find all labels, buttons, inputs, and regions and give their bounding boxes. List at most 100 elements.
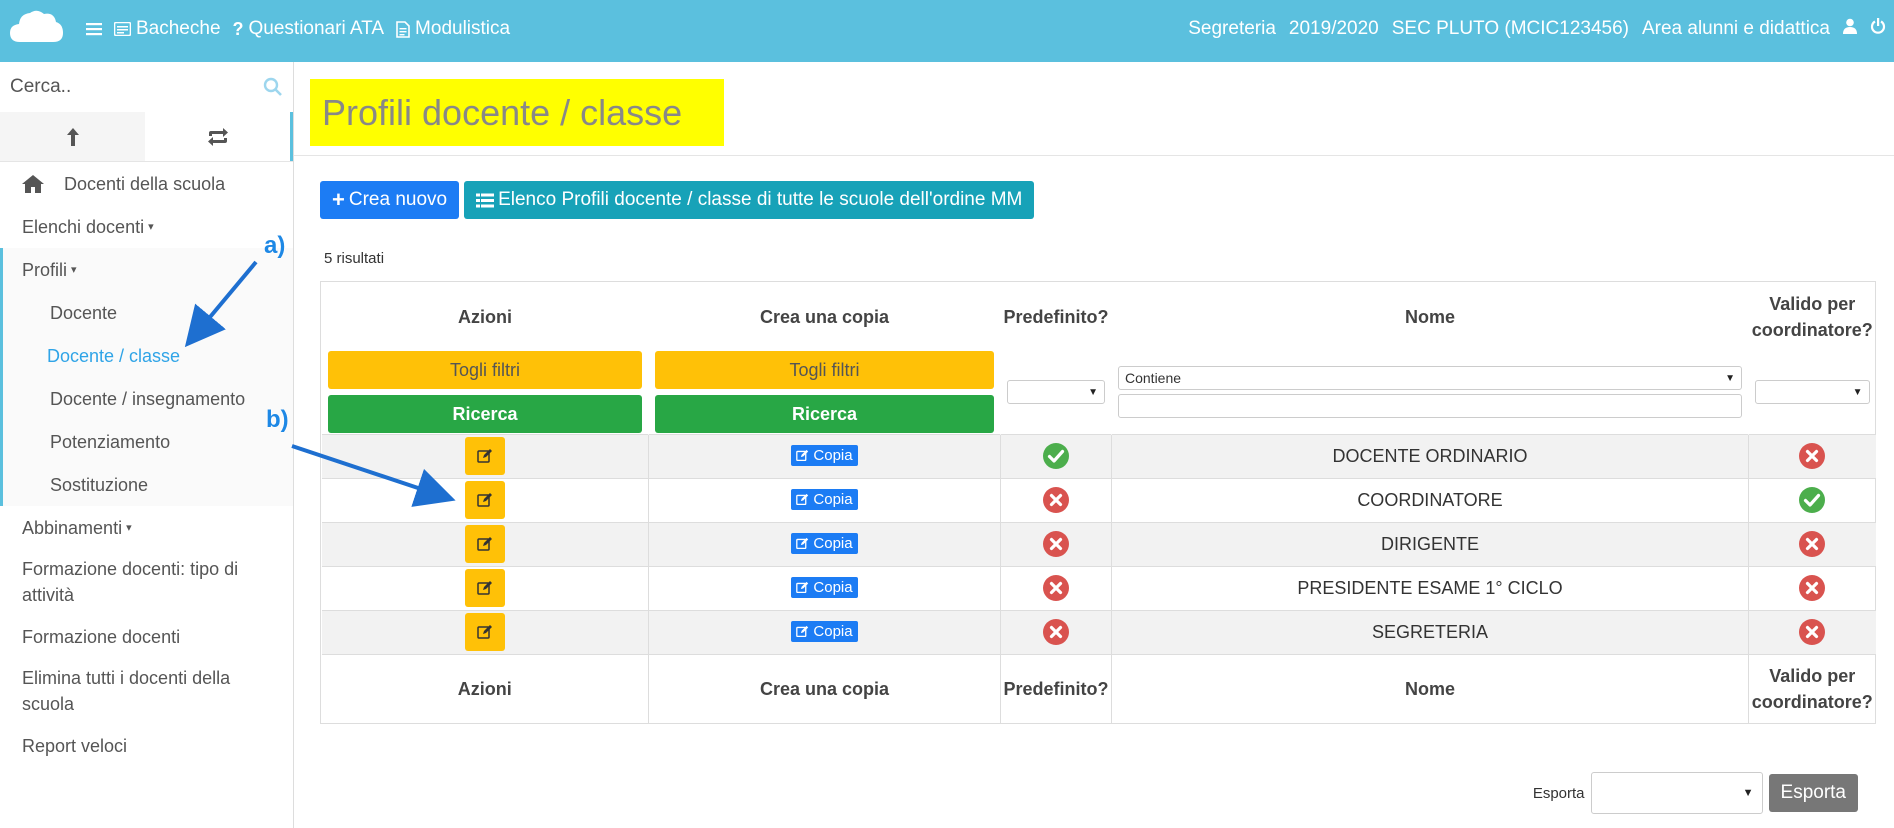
sidebar-item-label: Report veloci	[22, 735, 128, 756]
sidebar-item-label: Abbinamenti	[22, 517, 123, 538]
edit-button[interactable]	[464, 613, 505, 651]
document-icon	[396, 20, 410, 38]
user-icon	[1843, 18, 1857, 34]
name-filter-input[interactable]	[1118, 394, 1742, 419]
actions-cell	[321, 565, 649, 610]
col-valid-footer: Valido per coordinatore?	[1748, 653, 1876, 723]
sidebar-search	[0, 62, 293, 112]
col-valid-line2: coordinatore?	[1751, 319, 1873, 340]
role-link[interactable]: Segreteria	[1188, 18, 1276, 40]
col-valid: Valido per coordinatore?	[1749, 282, 1876, 351]
search-input[interactable]	[0, 62, 293, 112]
sidebar-item-potenziamento[interactable]: Potenziamento	[3, 420, 293, 463]
copy-button[interactable]: Copia	[791, 445, 858, 466]
tab-back[interactable]	[0, 112, 145, 161]
cross-circle-icon	[1043, 575, 1069, 601]
default-cell	[1000, 609, 1112, 654]
refresh-icon	[207, 127, 228, 146]
create-new-button[interactable]: + Crea nuovo	[320, 181, 460, 219]
copy-button[interactable]: Copia	[791, 621, 858, 642]
menu-bacheche[interactable]: Bacheche	[114, 18, 221, 40]
tab-refresh[interactable]	[145, 112, 293, 161]
user-menu[interactable]	[1843, 18, 1857, 40]
sidebar-item-formazione-docenti[interactable]: Formazione docenti	[0, 615, 293, 658]
col-default: Predefinito?	[1003, 306, 1109, 327]
sidebar-item-label: Formazione docenti: tipo di attività	[22, 559, 239, 605]
logout-button[interactable]	[1870, 18, 1886, 40]
sidebar-item-profili[interactable]: Profili ▾	[3, 248, 293, 291]
hamburger-menu[interactable]	[86, 22, 102, 36]
main-content: Profili docente / classe + Crea nuovo El…	[294, 62, 1894, 828]
sidebar-item-report-veloci[interactable]: Report veloci	[0, 724, 293, 767]
copy-cell: Copia	[648, 433, 1001, 478]
check-circle-icon	[1799, 487, 1826, 513]
sidebar-item-label: Docente / classe	[47, 345, 181, 366]
plus-icon: +	[332, 187, 345, 212]
copy-label: Copia	[813, 447, 853, 464]
chevron-down-icon: ▼	[1088, 386, 1098, 398]
list-all-schools-button[interactable]: Elenco Profili docente / classe di tutte…	[464, 181, 1035, 219]
name-filter-mode-select[interactable]: Contiene ▼	[1118, 366, 1742, 391]
sidebar-item-docente[interactable]: Docente	[3, 291, 293, 334]
export-area: Esporta ▼ Esporta	[1533, 772, 1858, 814]
sidebar-item-elimina-docenti[interactable]: Elimina tutti i docenti della scuola	[0, 658, 280, 724]
search-button[interactable]: Ricerca	[328, 395, 642, 434]
cross-circle-icon	[1043, 487, 1069, 513]
edit-button[interactable]	[464, 481, 505, 519]
clear-filters-button-copy[interactable]: Togli filtri	[655, 351, 994, 390]
sidebar-item-docente-classe[interactable]: Docente / classe	[3, 334, 293, 377]
year-link[interactable]: 2019/2020	[1289, 18, 1379, 40]
edit-icon	[477, 493, 492, 507]
name-cell: COORDINATORE	[1111, 477, 1749, 522]
col-actions-footer: Azioni	[321, 653, 649, 723]
area-link[interactable]: Area alunni e didattica	[1642, 18, 1830, 40]
sidebar-item-label: Elenchi docenti	[22, 216, 145, 237]
sidebar-item-abbinamenti[interactable]: Abbinamenti ▾	[0, 506, 293, 549]
default-filter-select[interactable]: ▼	[1007, 380, 1105, 405]
col-actions: Azioni	[458, 306, 512, 327]
cross-circle-icon	[1799, 443, 1826, 469]
default-cell	[1000, 521, 1112, 566]
menu-modulistica[interactable]: Modulistica	[396, 18, 510, 40]
table-row: Copia SEGRETERIA	[321, 609, 1876, 654]
copy-label: Copia	[813, 535, 853, 552]
export-button[interactable]: Esporta	[1768, 774, 1858, 812]
export-label: Esporta	[1532, 784, 1585, 802]
copy-label: Copia	[813, 623, 853, 640]
page-header: Profili docente / classe	[294, 62, 1894, 156]
menu-bacheche-label: Bacheche	[136, 18, 221, 39]
sidebar-item-label: Formazione docenti	[22, 626, 181, 647]
board-icon	[114, 22, 131, 36]
sidebar-item-label: Sostituzione	[50, 474, 149, 495]
sidebar-tabs	[0, 112, 293, 162]
power-icon	[1870, 18, 1886, 34]
copy-cell: Copia	[648, 565, 1001, 610]
edit-icon	[477, 537, 492, 551]
sidebar-item-docente-insegnamento[interactable]: Docente / insegnamento	[3, 377, 293, 420]
copy-button[interactable]: Copia	[791, 533, 858, 554]
edit-button[interactable]	[464, 569, 505, 607]
caret-down-icon: ▾	[148, 220, 154, 233]
school-link[interactable]: SEC PLUTO (MCIC123456)	[1392, 18, 1629, 40]
filter-row: Togli filtri Ricerca Togli filtri Ricerc…	[322, 351, 1876, 434]
menu-questionari[interactable]: ? Questionari ATA	[233, 18, 385, 40]
chevron-down-icon: ▼	[1742, 787, 1754, 799]
sidebar-item-elenchi-docenti[interactable]: Elenchi docenti ▾	[0, 205, 293, 248]
search-icon[interactable]	[263, 77, 283, 97]
copy-button[interactable]: Copia	[791, 489, 858, 510]
search-button-copy[interactable]: Ricerca	[655, 395, 994, 434]
clear-filters-button[interactable]: Togli filtri	[328, 351, 642, 390]
valid-filter-select[interactable]: ▼	[1755, 380, 1870, 405]
edit-button[interactable]	[464, 525, 505, 563]
copy-button[interactable]: Copia	[791, 577, 858, 598]
cross-circle-icon	[1043, 531, 1069, 557]
caret-down-icon: ▾	[126, 521, 132, 534]
sidebar-item-sostituzione[interactable]: Sostituzione	[3, 463, 293, 506]
sidebar-item-formazione-tipo[interactable]: Formazione docenti: tipo di attività	[0, 549, 280, 615]
table-row: Copia DOCENTE ORDINARIO	[321, 433, 1876, 478]
sidebar-item-docenti-scuola[interactable]: Docenti della scuola	[0, 162, 293, 205]
export-format-select[interactable]: ▼	[1590, 772, 1763, 814]
check-circle-icon	[1043, 443, 1069, 469]
cloud-icon[interactable]	[8, 6, 64, 46]
edit-button[interactable]	[464, 437, 505, 475]
